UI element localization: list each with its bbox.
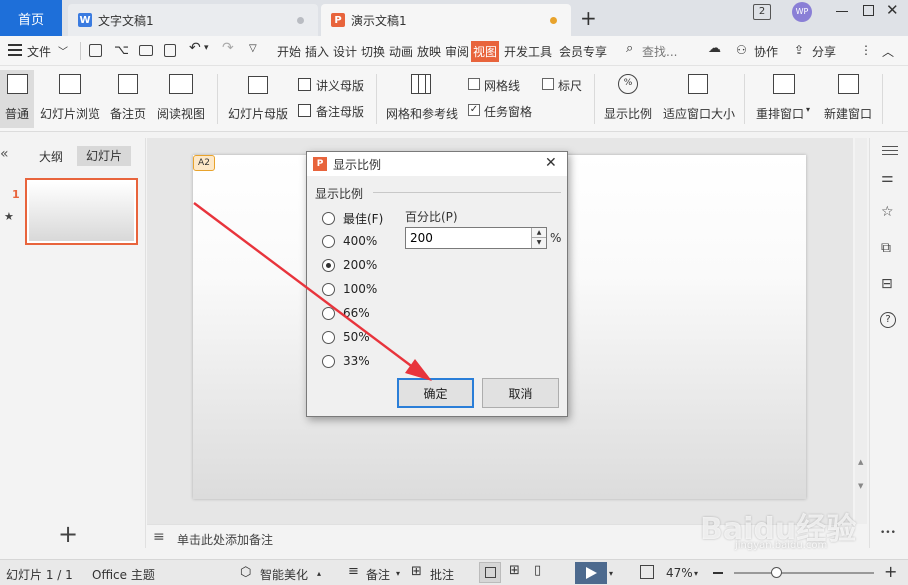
annotation-arrow <box>193 202 432 381</box>
arrow-line <box>193 202 419 372</box>
arrow-head <box>405 359 432 381</box>
